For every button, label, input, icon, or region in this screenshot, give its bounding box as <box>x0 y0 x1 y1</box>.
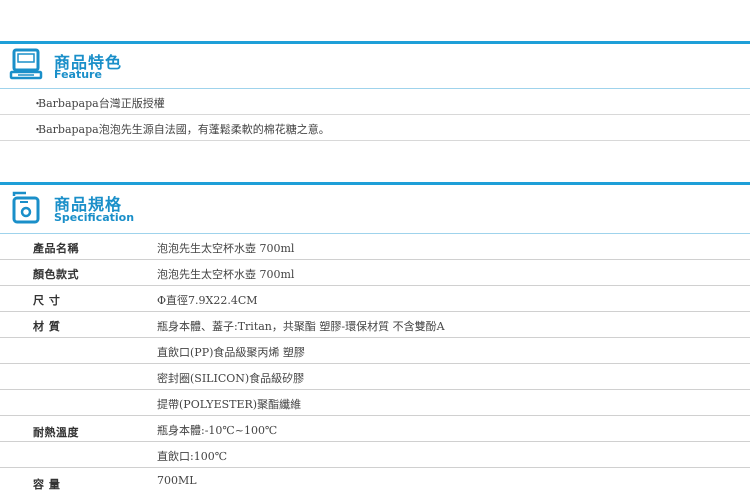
feature-item-text: Barbapapa泡泡先生源自法國，有蓬鬆柔軟的棉花糖之意。 <box>38 123 330 136</box>
spec-label: 產品名稱 <box>33 242 79 255</box>
spec-value: 直飲口:100℃ <box>157 450 228 463</box>
feature-top-rule <box>0 41 750 44</box>
spec-subtitle: Specification <box>54 211 135 224</box>
spec-value: 泡泡先生太空杯水壺 700ml <box>157 268 295 281</box>
spec-value: 瓶身本體:-10℃~100℃ <box>157 424 278 437</box>
spec-row: 尺 寸 Φ直徑7.9X22.4CM <box>0 286 750 312</box>
spec-row: 密封圈(SILICON)食品級矽膠 <box>0 364 750 390</box>
spec-label: 容 量 <box>33 478 61 491</box>
device-icon <box>12 191 40 224</box>
spec-row: 直飲口(PP)食品級聚丙烯 塑膠 <box>0 338 750 364</box>
spec-value: Φ直徑7.9X22.4CM <box>157 294 258 307</box>
spec-value: 直飲口(PP)食品級聚丙烯 塑膠 <box>157 346 305 359</box>
spec-label: 顏色款式 <box>33 268 79 281</box>
spec-label: 尺 寸 <box>33 294 61 307</box>
spec-value: 密封圈(SILICON)食品級矽膠 <box>157 372 305 385</box>
spec-row: 顏色款式 泡泡先生太空杯水壺 700ml <box>0 260 750 286</box>
spec-top-rule <box>0 182 750 185</box>
spec-label: 耐熱溫度 <box>33 426 79 439</box>
spec-row: 材 質 瓶身本體、蓋子:Tritan，共聚酯 塑膠-環保材質 不含雙酚A <box>0 312 750 338</box>
spec-value: 提帶(POLYESTER)聚酯纖維 <box>157 398 302 411</box>
spec-row: 產品名稱 泡泡先生太空杯水壺 700ml <box>0 234 750 260</box>
feature-item: ・ Barbapapa泡泡先生源自法國，有蓬鬆柔軟的棉花糖之意。 <box>0 115 750 141</box>
spec-value: 泡泡先生太空杯水壺 700ml <box>157 242 295 255</box>
spec-value: 瓶身本體、蓋子:Tritan，共聚酯 塑膠-環保材質 不含雙酚A <box>157 320 445 333</box>
feature-subtitle: Feature <box>54 68 102 81</box>
feature-item-text: Barbapapa台灣正版授權 <box>38 97 165 110</box>
spec-row: 直飲口:100℃ <box>0 442 750 468</box>
spec-value: 700ML <box>157 474 197 487</box>
monitor-icon <box>9 48 43 80</box>
spec-row: 容 量 700ML <box>0 468 750 494</box>
spec-label: 材 質 <box>33 320 61 333</box>
feature-item: ・ Barbapapa台灣正版授權 <box>0 89 750 115</box>
spec-row: 耐熱溫度 瓶身本體:-10℃~100℃ <box>0 416 750 442</box>
spec-row: 提帶(POLYESTER)聚酯纖維 <box>0 390 750 416</box>
